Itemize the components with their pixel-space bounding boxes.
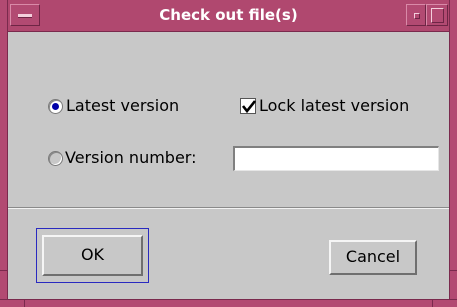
- cancel-button[interactable]: Cancel: [329, 240, 417, 275]
- maximize-button[interactable]: [426, 4, 448, 26]
- version-number-input[interactable]: [233, 146, 439, 171]
- minimize-icon: [414, 13, 420, 19]
- dialog-body: Latest version Lock latest version Versi…: [8, 32, 449, 299]
- ok-button[interactable]: OK: [42, 235, 143, 276]
- check-out-dialog: Check out file(s) Latest version Lock la…: [0, 0, 457, 307]
- window-frame-bottom[interactable]: [0, 299, 457, 307]
- window-frame-left[interactable]: [0, 0, 8, 307]
- latest-version-label[interactable]: Latest version: [66, 96, 179, 115]
- window-title: Check out file(s): [159, 6, 298, 24]
- window-frame-right[interactable]: [449, 0, 457, 307]
- latest-version-radio[interactable]: [48, 99, 63, 114]
- frame-corner-mark: [24, 299, 25, 307]
- version-number-label[interactable]: Version number:: [65, 148, 196, 167]
- checkmark-icon: [241, 100, 257, 114]
- version-number-radio[interactable]: [48, 151, 63, 166]
- lock-latest-checkbox[interactable]: [240, 98, 257, 114]
- title-bar[interactable]: Check out file(s): [0, 0, 457, 32]
- minimize-button[interactable]: [406, 4, 426, 26]
- maximize-icon: [431, 8, 444, 23]
- radio-selected-dot: [52, 103, 59, 110]
- separator: [8, 207, 449, 209]
- frame-corner-mark: [0, 270, 8, 271]
- frame-corner-mark: [432, 299, 433, 307]
- frame-corner-mark: [449, 270, 457, 271]
- lock-latest-label[interactable]: Lock latest version: [259, 96, 409, 115]
